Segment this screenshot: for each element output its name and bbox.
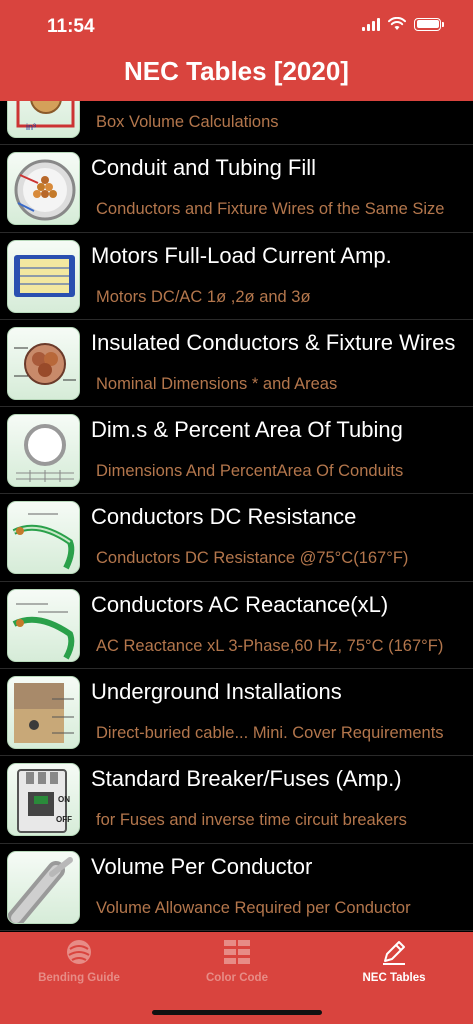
row-title: Conductors DC Resistance xyxy=(91,504,357,530)
row-subtitle: for Fuses and inverse time circuit break… xyxy=(96,811,407,830)
row-title: Insulated Conductors & Fixture Wires xyxy=(91,329,456,355)
status-time: 11:54 xyxy=(47,16,95,37)
tab-label: Bending Guide xyxy=(38,972,120,984)
underground-icon xyxy=(7,676,80,750)
row-subtitle: Box Volume Calculations xyxy=(96,113,279,131)
row-subtitle: Direct-buried cable... Mini. Cover Requi… xyxy=(96,724,444,743)
conduit-fill-icon xyxy=(7,152,80,226)
list-item-box-volume[interactable]: in³ Box Volume Calculations xyxy=(0,101,473,146)
row-title: Motors Full-Load Current Amp. xyxy=(91,242,392,268)
row-subtitle: Conductors DC Resistance @75°C(167°F) xyxy=(96,549,409,568)
row-title: Underground Installations xyxy=(91,679,342,705)
insulated-conductor-icon xyxy=(7,326,80,400)
row-subtitle: Conductors and Fixture Wires of the Same… xyxy=(96,200,445,219)
bending-guide-icon xyxy=(67,940,91,964)
nec-tables-list[interactable]: in³ Box Volume Calculations Conduit and … xyxy=(0,101,473,932)
motor-nameplate-icon xyxy=(7,239,80,313)
row-title: Dim.s & Percent Area Of Tubing xyxy=(91,417,403,443)
row-subtitle: Volume Allowance Required per Conductor xyxy=(96,898,411,917)
box-volume-icon: in³ xyxy=(7,101,80,138)
row-subtitle: Nominal Dimensions * and Areas xyxy=(96,374,338,393)
wifi-icon xyxy=(388,17,406,30)
list-item-motors-flc[interactable]: Motors Full-Load Current Amp. Motors DC/… xyxy=(0,233,473,320)
tab-bending-guide[interactable]: Bending Guide xyxy=(0,932,158,992)
list-item-breakers[interactable]: ON OFF Standard Breaker/Fuses (Amp.) for… xyxy=(0,756,473,844)
breaker-icon: ON OFF xyxy=(7,763,80,837)
home-indicator[interactable] xyxy=(152,1010,322,1015)
ac-reactance-icon xyxy=(7,588,80,662)
page-title: NEC Tables [2020] xyxy=(124,56,349,86)
navigation-header: 11:54 NEC Tables [2020] xyxy=(0,0,473,101)
tab-nec-tables[interactable]: NEC Tables xyxy=(315,932,473,992)
row-subtitle: Dimensions And PercentArea Of Conduits xyxy=(96,462,404,481)
cellular-signal-icon xyxy=(362,17,380,31)
pencil-icon xyxy=(383,941,405,965)
tab-color-code[interactable]: Color Code xyxy=(158,932,316,992)
list-item-ac-reactance[interactable]: Conductors AC Reactance(xL) AC Reactance… xyxy=(0,582,473,670)
list-item-tubing-area[interactable]: Dim.s & Percent Area Of Tubing Dimension… xyxy=(0,407,473,495)
tubing-area-icon xyxy=(7,414,80,488)
color-code-icon xyxy=(224,940,250,964)
dc-resistance-icon xyxy=(7,501,80,575)
row-subtitle: Motors DC/AC 1ø ,2ø and 3ø xyxy=(96,287,311,306)
svg-text:OFF: OFF xyxy=(56,815,72,824)
status-icons xyxy=(362,17,444,31)
row-title: Volume Per Conductor xyxy=(91,853,313,879)
svg-text:ON: ON xyxy=(58,795,70,804)
svg-text:in³: in³ xyxy=(26,122,36,132)
row-title: Conduit and Tubing Fill xyxy=(91,155,317,181)
tab-label: NEC Tables xyxy=(362,972,426,984)
tab-label: Color Code xyxy=(206,972,268,984)
list-item-insulated-conductors[interactable]: Insulated Conductors & Fixture Wires Nom… xyxy=(0,320,473,408)
battery-icon xyxy=(414,17,444,31)
row-subtitle: AC Reactance xL 3-Phase,60 Hz, 75°C (167… xyxy=(96,636,444,655)
cable-icon xyxy=(7,850,80,924)
row-title: Conductors AC Reactance(xL) xyxy=(91,591,389,617)
row-title: Standard Breaker/Fuses (Amp.) xyxy=(91,766,402,792)
list-item-volume-per-conductor[interactable]: Volume Per Conductor Volume Allowance Re… xyxy=(0,844,473,931)
list-item-conduit-fill[interactable]: Conduit and Tubing Fill Conductors and F… xyxy=(0,145,473,233)
list-item-underground[interactable]: Underground Installations Direct-buried … xyxy=(0,669,473,757)
list-item-dc-resistance[interactable]: Conductors DC Resistance Conductors DC R… xyxy=(0,494,473,582)
